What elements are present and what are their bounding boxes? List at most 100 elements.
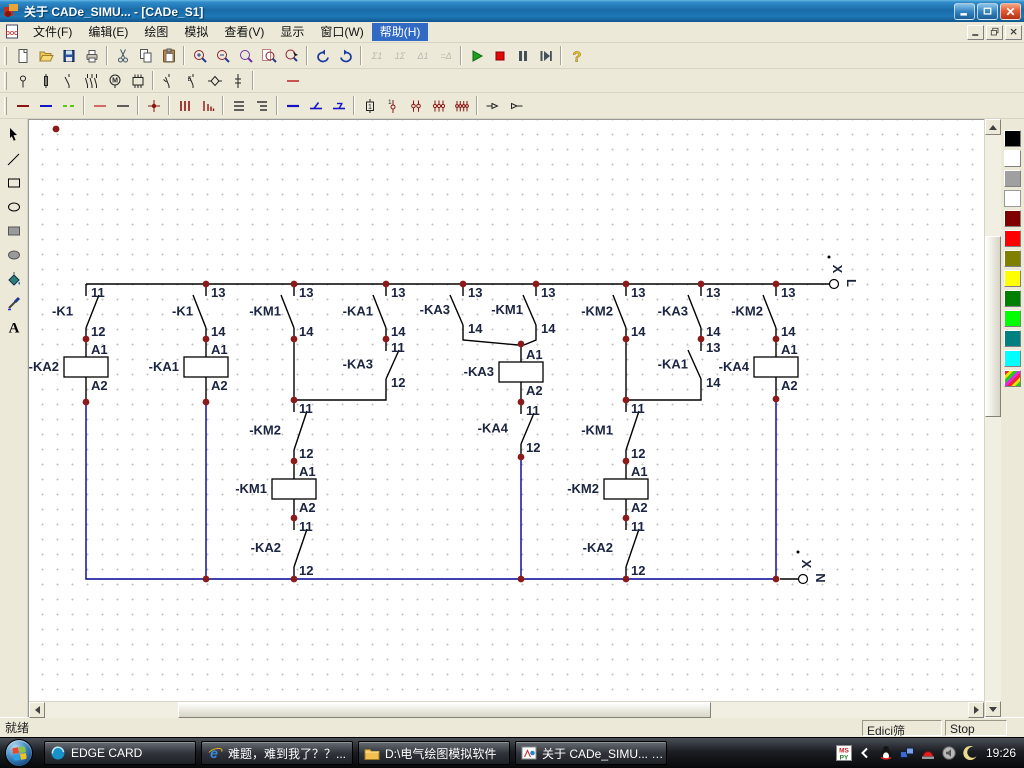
connection-node[interactable] [291, 458, 298, 465]
hlines-button[interactable] [227, 95, 250, 117]
connection-node[interactable] [383, 281, 390, 288]
child-minimize-button[interactable] [967, 25, 984, 40]
redo-button[interactable] [334, 45, 357, 67]
menu-item-2[interactable]: 绘图 [136, 23, 176, 41]
step-button[interactable] [534, 45, 557, 67]
contact-blade-no[interactable] [688, 350, 701, 379]
coil-body[interactable] [64, 357, 108, 377]
connection-node[interactable] [623, 458, 630, 465]
undo-button[interactable] [311, 45, 334, 67]
motor-button[interactable]: M [103, 70, 126, 92]
stop-button[interactable] [488, 45, 511, 67]
numbered-terminal-button[interactable]: 1 [381, 95, 404, 117]
coil-body[interactable] [754, 357, 798, 377]
line-red-button[interactable] [281, 70, 304, 92]
line-greendash-button[interactable] [57, 95, 80, 117]
connection-node[interactable] [698, 281, 705, 288]
paste-button[interactable] [157, 45, 180, 67]
connection-node[interactable] [533, 281, 540, 288]
task-button-0[interactable]: EDGE CARD [44, 741, 196, 765]
connector-in-button[interactable] [504, 95, 527, 117]
line-blue-button[interactable] [34, 95, 57, 117]
draw-ellipse-filled-tool-button[interactable] [3, 243, 25, 266]
child-restore-button[interactable] [986, 25, 1003, 40]
diamond-button[interactable] [203, 70, 226, 92]
schematic-svg[interactable]: 1112-K11314-K11314-KM11314-KA11314-KA313… [29, 120, 985, 701]
wire-corner-button[interactable] [327, 95, 350, 117]
color-swatch-10[interactable] [1004, 330, 1021, 347]
doc-icon[interactable]: DOC [4, 24, 21, 40]
coil-body[interactable] [499, 362, 543, 382]
restore-button[interactable] [977, 3, 998, 20]
coil-body[interactable] [272, 479, 316, 499]
contacts-4-button[interactable] [450, 95, 473, 117]
contact-blade-no[interactable] [450, 295, 463, 325]
zoom-page-button[interactable] [257, 45, 280, 67]
crescent-tray-icon[interactable] [962, 745, 978, 761]
scroll-left-arrow[interactable] [29, 702, 45, 718]
connection-node[interactable] [203, 336, 210, 343]
fill-bucket-tool-button[interactable] [3, 267, 25, 290]
color-swatch-4[interactable] [1004, 210, 1021, 227]
wire[interactable] [463, 336, 518, 345]
terminal-circle[interactable] [830, 280, 839, 289]
contact-blade-nc[interactable] [626, 529, 639, 567]
contact-blade-no[interactable] [281, 295, 294, 328]
connection-node[interactable] [623, 576, 630, 583]
contacts-2-button[interactable] [404, 95, 427, 117]
close-button[interactable] [1000, 3, 1021, 20]
connection-node[interactable] [773, 281, 780, 288]
color-swatch-9[interactable] [1004, 310, 1021, 327]
color-swatch-3[interactable] [1004, 190, 1021, 207]
connection-node[interactable] [83, 336, 90, 343]
connection-node[interactable] [203, 399, 210, 406]
connection-node[interactable] [623, 397, 630, 404]
line-red2-button[interactable] [88, 95, 111, 117]
menu-item-4[interactable]: 查看(V) [216, 23, 272, 41]
child-close-button[interactable] [1005, 25, 1022, 40]
menu-item-1[interactable]: 编辑(E) [80, 23, 136, 41]
contact-triple-button[interactable] [80, 70, 103, 92]
task-button-1[interactable]: e难题，难到我了？？... [201, 741, 353, 765]
ime-tray-icon[interactable]: MSPY [836, 745, 852, 761]
color-swatch-1[interactable] [1004, 150, 1021, 167]
pause-button[interactable] [511, 45, 534, 67]
open-button[interactable] [34, 45, 57, 67]
help-button[interactable]: ? [565, 45, 588, 67]
contact-blade-no[interactable] [763, 295, 776, 328]
connection-node[interactable] [53, 126, 60, 133]
vertical-scroll-thumb[interactable] [985, 236, 1001, 417]
connection-node[interactable] [518, 399, 525, 406]
color-swatch-11[interactable] [1004, 350, 1021, 367]
contacts-3-button[interactable] [427, 95, 450, 117]
crossbar-button[interactable] [226, 70, 249, 92]
start-button[interactable] [5, 739, 33, 767]
color-swatch-8[interactable] [1004, 290, 1021, 307]
menu-item-6[interactable]: 窗口(W) [312, 23, 371, 41]
connection-node[interactable] [383, 336, 390, 343]
menu-item-5[interactable]: 显示 [272, 23, 312, 41]
connector-out-button[interactable] [481, 95, 504, 117]
print-button[interactable] [80, 45, 103, 67]
task-button-3[interactable]: 关于 CADe_SIMU... - ... [515, 741, 667, 765]
hlines-right-button[interactable] [250, 95, 273, 117]
wire-blue-button[interactable] [281, 95, 304, 117]
color-swatch-7[interactable] [1004, 270, 1021, 287]
connection-node[interactable] [203, 281, 210, 288]
zoom-in-button[interactable] [188, 45, 211, 67]
connection-node[interactable] [291, 336, 298, 343]
menu-item-0[interactable]: 文件(F) [25, 23, 80, 41]
collapse-arrow-tray-icon[interactable] [857, 745, 873, 761]
cut-button[interactable] [111, 45, 134, 67]
fuse-button[interactable] [34, 70, 57, 92]
wire-branch-button[interactable] [304, 95, 327, 117]
contact-blade-no[interactable] [373, 295, 386, 328]
zoom-button[interactable] [234, 45, 257, 67]
scroll-right-arrow[interactable] [968, 702, 984, 718]
switch-e-button[interactable]: E [180, 70, 203, 92]
terminal-button[interactable] [11, 70, 34, 92]
contact-blade-nc[interactable] [626, 411, 639, 450]
bars-small-button[interactable] [196, 95, 219, 117]
task-button-2[interactable]: D:\电气绘图模拟软件 [358, 741, 510, 765]
connection-node[interactable] [291, 576, 298, 583]
